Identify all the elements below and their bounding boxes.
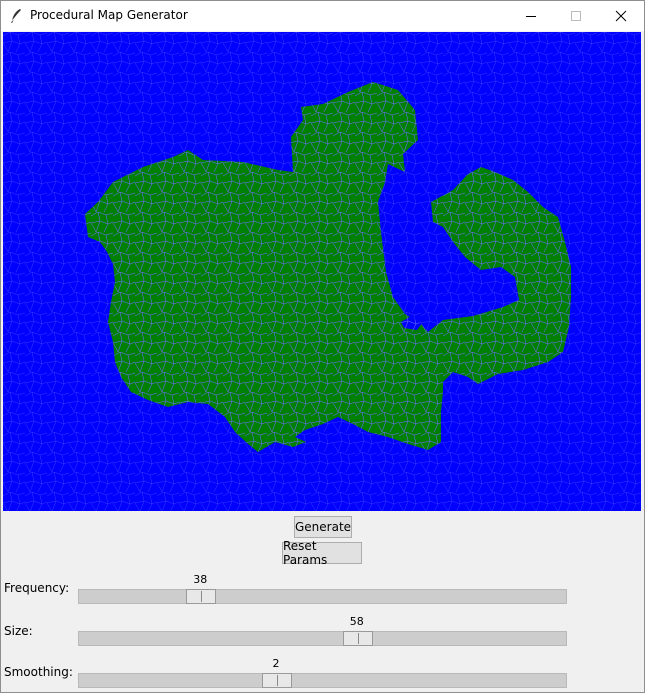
smoothing-label: Smoothing:	[4, 665, 73, 679]
size-value: 58	[349, 615, 364, 628]
window-title: Procedural Map Generator	[30, 8, 188, 22]
minimize-button[interactable]	[508, 1, 554, 31]
frequency-label: Frequency:	[4, 581, 70, 595]
maximize-icon	[571, 11, 581, 21]
size-slider-thumb[interactable]	[342, 631, 373, 646]
frequency-slider[interactable]	[78, 589, 567, 604]
generate-button[interactable]: Generate	[294, 516, 352, 538]
close-icon	[615, 10, 627, 22]
title-bar[interactable]: Procedural Map Generator	[1, 1, 644, 31]
frequency-slider-thumb[interactable]	[186, 589, 217, 604]
size-label: Size:	[4, 624, 33, 638]
smoothing-slider-thumb[interactable]	[262, 673, 293, 688]
minimize-icon	[526, 16, 536, 17]
size-slider[interactable]	[78, 631, 567, 646]
feather-icon	[9, 8, 23, 24]
app-window: Procedural Map Generator Generate Reset …	[0, 0, 645, 693]
reset-params-button[interactable]: Reset Params	[282, 539, 362, 567]
close-button[interactable]	[598, 1, 644, 31]
smoothing-slider[interactable]	[78, 673, 567, 688]
frequency-value: 38	[193, 573, 208, 586]
map-canvas[interactable]	[3, 32, 641, 511]
maximize-button[interactable]	[553, 1, 599, 31]
smoothing-value: 2	[272, 657, 280, 670]
